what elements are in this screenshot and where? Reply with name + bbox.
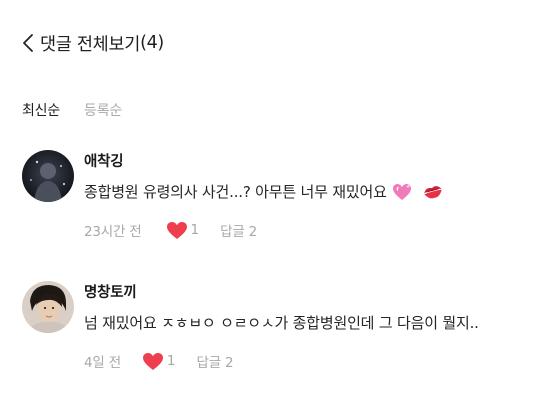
avatar[interactable] — [22, 150, 74, 202]
chevron-left-icon[interactable] — [22, 31, 40, 55]
like-count: 1 — [166, 353, 176, 369]
comment-body: 명창토끼 넘 재밌어요 ㅈㅎㅂㅇ ㅇㄹㅇㅅ가 종합병원인데 그 다음이 뭘지..… — [84, 281, 529, 371]
comment-body: 애착깅 종합병원 유령의사 사건...? 아무튼 너무 재밌어요 23시간 전 … — [84, 150, 529, 240]
page-header: 댓글 전체보기 (4) — [22, 28, 164, 58]
comment-meta: 4일 전 1 답글 2 — [84, 351, 529, 371]
like-button[interactable]: 1 — [142, 352, 176, 371]
reply-button[interactable]: 답글 2 — [220, 220, 257, 240]
comment-author[interactable]: 애착깅 — [84, 150, 529, 171]
avatar[interactable] — [22, 281, 74, 333]
comments-page: 댓글 전체보기 (4) 최신순 등록순 애착깅 종합병원 유령의사 사건...?… — [0, 0, 541, 406]
comment-count: (4) — [140, 33, 164, 53]
comment-text-content: 종합병원 유령의사 사건...? 아무튼 너무 재밌어요 — [84, 183, 387, 201]
heart-icon — [142, 352, 164, 371]
sort-tab-latest[interactable]: 최신순 — [22, 100, 60, 120]
comment-time: 4일 전 — [84, 355, 121, 371]
sort-tab-registered[interactable]: 등록순 — [84, 100, 122, 120]
comment-author[interactable]: 명창토끼 — [84, 281, 529, 302]
like-button[interactable]: 1 — [166, 221, 200, 240]
like-count: 1 — [190, 222, 200, 238]
sort-tabs: 최신순 등록순 — [22, 100, 122, 120]
heart-icon — [166, 221, 188, 240]
comment-text-content: 넘 재밌어요 ㅈㅎㅂㅇ ㅇㄹㅇㅅ가 종합병원인데 그 다음이 뭘지.. — [84, 314, 479, 332]
reply-button[interactable]: 답글 2 — [197, 351, 234, 371]
kiss-mark-icon — [422, 183, 442, 201]
comment-text: 넘 재밌어요 ㅈㅎㅂㅇ ㅇㄹㅇㅅ가 종합병원인데 그 다음이 뭘지.. — [84, 312, 529, 333]
comment-meta: 23시간 전 1 답글 2 — [84, 220, 529, 240]
comment-text: 종합병원 유령의사 사건...? 아무튼 너무 재밌어요 — [84, 181, 529, 202]
heart-emoji-icon — [392, 183, 412, 201]
page-title: 댓글 전체보기 (4) — [40, 31, 164, 56]
comment-time: 23시간 전 — [84, 224, 142, 240]
page-title-text: 댓글 전체보기 — [40, 34, 141, 55]
